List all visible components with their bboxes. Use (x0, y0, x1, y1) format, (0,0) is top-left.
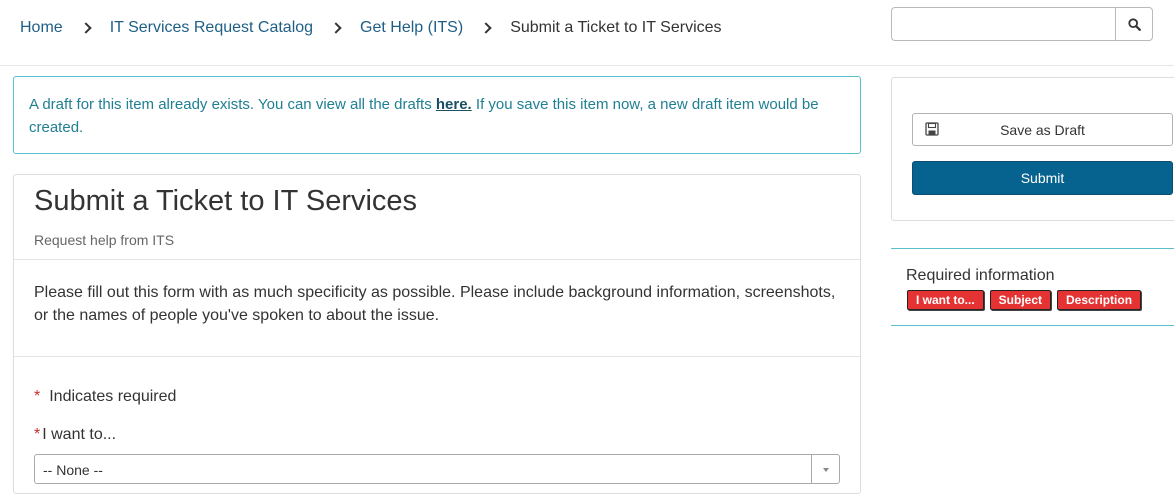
required-information-title: Required information (906, 267, 1055, 284)
submit-button[interactable]: Submit (912, 161, 1173, 195)
i-want-to-label: * I want to... (34, 426, 116, 444)
view-drafts-link[interactable]: here. (436, 96, 472, 113)
required-note: * Indicates required (34, 388, 176, 406)
save-as-draft-label: Save as Draft (1000, 121, 1085, 138)
top-bar: Home IT Services Request Catalog Get Hel… (0, 0, 1174, 66)
required-note-text: Indicates required (49, 388, 177, 405)
divider (14, 356, 860, 357)
chevron-right-icon (80, 22, 92, 34)
breadcrumb: Home IT Services Request Catalog Get Hel… (20, 17, 722, 39)
page-title: Submit a Ticket to IT Services (34, 185, 418, 217)
required-tag-i-want-to[interactable]: I want to... (907, 290, 984, 310)
select-toggle[interactable] (811, 455, 839, 483)
chevron-right-icon (480, 22, 492, 34)
divider (14, 259, 860, 260)
search-icon (1127, 17, 1141, 31)
action-panel: Save as Draft Submit (891, 77, 1174, 221)
i-want-to-label-text: I want to... (42, 426, 117, 443)
request-form-card: Submit a Ticket to IT Services Request h… (13, 174, 861, 494)
breadcrumb-get-help-link[interactable]: Get Help (ITS) (360, 19, 463, 37)
required-asterisk: * (34, 426, 41, 443)
form-description: Please fill out this form with as much s… (34, 284, 836, 324)
search-button[interactable] (1115, 7, 1153, 41)
alert-text-before: A draft for this item already exists. Yo… (29, 96, 436, 113)
required-asterisk: * (34, 388, 41, 405)
chevron-right-icon (330, 22, 342, 34)
floppy-disk-icon (925, 122, 939, 136)
i-want-to-select[interactable]: -- None -- (34, 454, 840, 484)
required-information-panel: Required information I want to... Subjec… (891, 248, 1174, 326)
required-tag-subject[interactable]: Subject (989, 290, 1052, 310)
search-input[interactable] (891, 7, 1115, 41)
search-box (891, 7, 1153, 41)
breadcrumb-home-link[interactable]: Home (20, 19, 63, 37)
page-subtitle: Request help from ITS (34, 232, 175, 248)
breadcrumb-catalog-link[interactable]: IT Services Request Catalog (110, 19, 313, 37)
chevron-down-icon (822, 468, 829, 472)
draft-exists-alert: A draft for this item already exists. Yo… (13, 76, 861, 154)
save-as-draft-button[interactable]: Save as Draft (912, 113, 1173, 146)
required-tag-description[interactable]: Description (1057, 290, 1142, 310)
required-tags: I want to... Subject Description (907, 290, 1142, 310)
breadcrumb-current: Submit a Ticket to IT Services (510, 19, 722, 36)
